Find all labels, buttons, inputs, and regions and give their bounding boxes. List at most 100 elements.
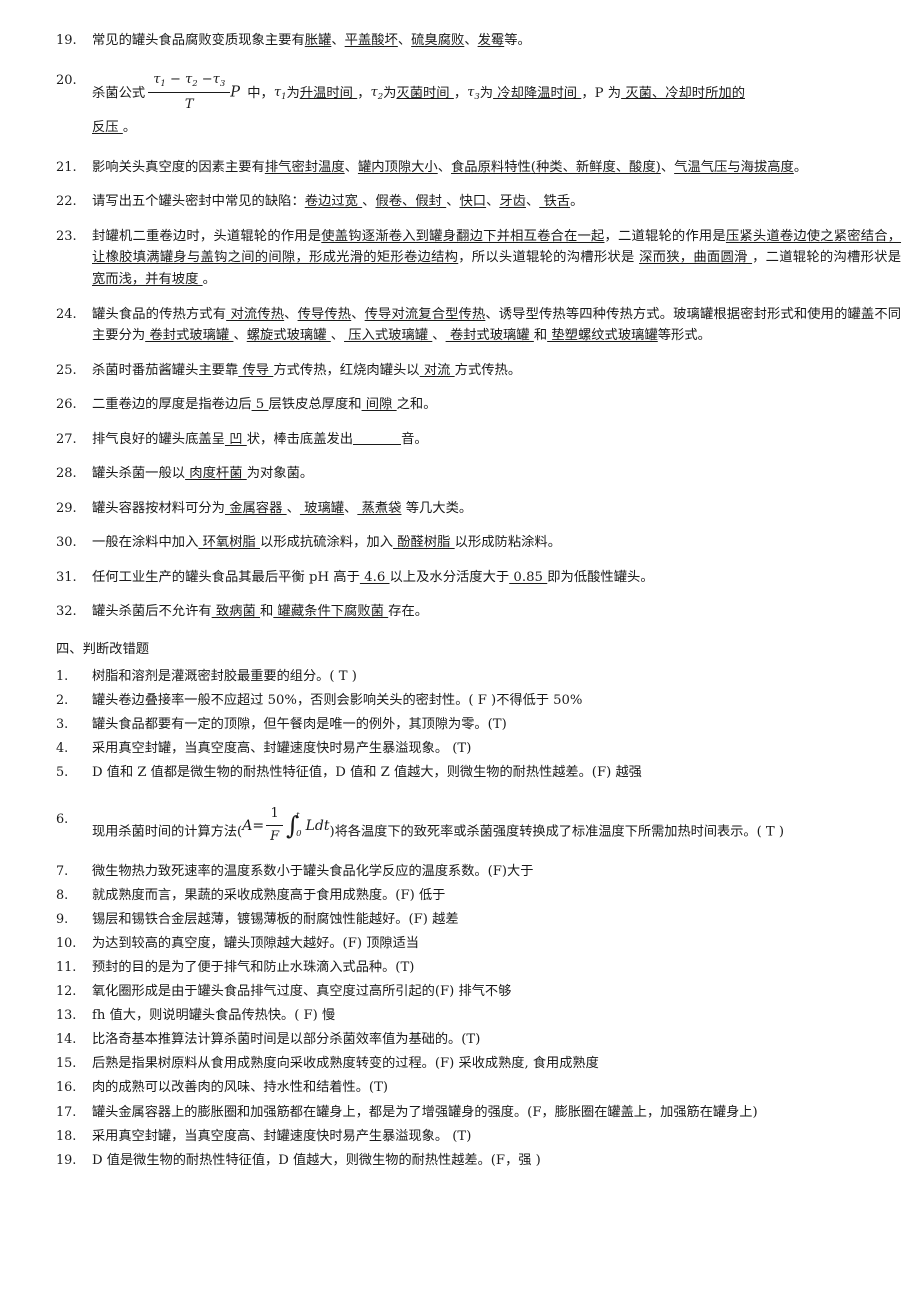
question-item-29: 29. 罐头容器按材料可分为 金属容器 、 玻璃罐、 蒸煮袋 等几大类。: [56, 498, 901, 520]
question-text: 封罐机二重卷边时，头道辊轮的作用是使盖钩逐渐卷入到罐身翻边下并相互卷合在一起，二…: [92, 226, 901, 291]
prompt-text: 和: [260, 604, 274, 620]
answer-text: 快口: [459, 194, 487, 210]
answer-text: 玻璃罐: [299, 500, 345, 516]
prompt-text: 为对象菌。: [246, 466, 314, 482]
item-number: 9.: [56, 911, 69, 927]
item-text: 锡层和锡铁合金层越薄，镀锡薄板的耐腐蚀性能越好。(F) 越差: [92, 911, 459, 927]
question-text: 罐头食品的传热方式有 对流传热、传导传热、传导对流复合型传热、诱导型传热等四种传…: [92, 304, 901, 347]
sterilization-formula: τ1 − τ2 −τ3 T P: [148, 70, 240, 117]
question-number: 29.: [56, 500, 77, 516]
truefalse-item-11: 11. 预封的目的是为了便于排气和防止水珠滴入式品种。(T): [56, 958, 901, 979]
answer-text: 食品原料特性(种类、新鲜度、酸度): [451, 159, 661, 175]
q20-answer-2: 灭菌时间: [396, 85, 454, 101]
item-text: 采用真空封罐，当真空度高、封罐速度快时易产生暴溢现象。 (T): [92, 1128, 472, 1144]
question-number: 28.: [56, 466, 77, 482]
prompt-text: 等形式。: [657, 328, 711, 344]
item-text: 比洛奇基本推算法计算杀菌时间是以部分杀菌效率值为基础的。(T): [92, 1032, 481, 1048]
question-item-32: 32. 罐头杀菌后不允许有 致病菌 和 罐藏条件下腐败菌 存在。: [56, 601, 901, 623]
answer-text: 铁舌: [539, 194, 571, 210]
question-item-21: 21. 影响关头真空度的因素主要有排气密封温度、罐内顶隙大小、食品原料特性(种类…: [56, 157, 901, 179]
answer-text: 传导: [238, 362, 274, 378]
prompt-text: 。: [793, 159, 808, 175]
answer-text: 卷封式玻璃罐: [445, 328, 534, 344]
answer-text: 排气密封温度: [264, 159, 345, 175]
question-number: 30.: [56, 535, 77, 551]
prompt-text: 、: [331, 33, 345, 48]
fraction-numerator: τ1 − τ2 −τ3: [148, 69, 231, 94]
answer-text: 凹: [224, 431, 247, 447]
tau-1-symbol: τ1: [273, 85, 287, 103]
answer-text: 深而狭，曲面圆滑: [639, 250, 753, 266]
prompt-text: 、: [397, 33, 412, 48]
answer-text: 螺旋式玻璃罐: [246, 328, 331, 344]
truefalse-item-1: 1. 树脂和溶剂是灌溉密封胶最重要的组分。( T ): [56, 667, 901, 688]
prompt-text: 音。: [401, 431, 428, 447]
answer-text: 罐内顶隙大小: [357, 159, 438, 175]
q20-p2-label: 为: [383, 85, 397, 101]
prompt-text: 、: [525, 194, 540, 210]
prompt-text: 罐头容器按材料可分为: [92, 500, 225, 516]
item-number: 10.: [56, 935, 77, 951]
question-item-20-line2: 反压 。: [56, 117, 901, 139]
item-number: 4.: [56, 741, 69, 757]
question-text: 影响关头真空度的因素主要有排气密封温度、罐内顶隙大小、食品原料特性(种类、新鲜度…: [92, 157, 901, 179]
prompt-text: 。: [202, 271, 216, 287]
item-number: 19.: [56, 1152, 77, 1168]
integral-limits: t0: [296, 811, 301, 838]
prompt-text: 、: [351, 306, 365, 322]
prompt-text: 以形成防粘涂料。: [454, 535, 562, 551]
prompt-text: 排气良好的罐头底盖呈: [92, 431, 225, 447]
answer-text: 环氧树脂: [198, 535, 261, 551]
question-item-24: 24. 罐头食品的传热方式有 对流传热、传导传热、传导对流复合型传热、诱导型传热…: [56, 304, 901, 347]
tau-2-symbol: τ2: [370, 85, 384, 103]
answer-text: 发霉: [477, 33, 505, 48]
answer-text: 卷边过宽: [304, 194, 363, 210]
q20-sep-1: ，: [357, 85, 371, 101]
question-text: 请写出五个罐头密封中常见的缺陷：卷边过宽 、假卷、假封 、快口、牙齿、 铁舌。: [92, 191, 901, 213]
fraction-denominator: F: [270, 829, 280, 845]
prompt-text: 。: [570, 194, 584, 210]
prompt-text: 等几大类。: [401, 500, 473, 516]
answer-text: 对流: [419, 362, 455, 378]
item-text: 微生物热力致死速率的温度系数小于罐头食品化学反应的温度系数。(F)大于: [92, 863, 534, 879]
answer-text: 蒸煮袋: [357, 500, 402, 516]
answer-blank: [353, 430, 402, 445]
question-text-continued: 反压 。: [92, 117, 901, 139]
formula-lhs: A: [242, 817, 253, 834]
item-number: 13.: [56, 1008, 77, 1024]
answer-text: 硫臭腐败: [411, 33, 465, 48]
prompt-text: 、: [362, 194, 376, 210]
question-item-23: 23. 封罐机二重卷边时，头道辊轮的作用是使盖钩逐渐卷入到罐身翻边下并相互卷合在…: [56, 226, 901, 291]
fraction-numerator: 1: [266, 804, 284, 827]
prompt-text: 、: [486, 194, 500, 210]
truefalse-item-12: 12. 氧化圈形成是由于罐头食品排气过度、真空度过高所引起的(F) 排气不够: [56, 982, 901, 1003]
item-number: 18.: [56, 1128, 77, 1144]
truefalse-item-5: 5. D 值和 Z 值都是微生物的耐热性特征值，D 值和 Z 值越大，则微生物的…: [56, 763, 901, 784]
answer-text: 5: [251, 397, 269, 413]
prompt-text: 即为低酸性罐头。: [547, 569, 654, 585]
item-text: 后熟是指果树原料从食用成熟度向采收成熟度转变的过程。(F) 采收成熟度, 食用成…: [92, 1056, 599, 1072]
truefalse-item-10: 10. 为达到较高的真空度，罐头顶隙越大越好。(F) 顶隙适当: [56, 934, 901, 955]
answer-text: 使盖钩逐渐卷入到罐身翻边下并相互卷合在一起: [321, 228, 605, 244]
answer-text: 平盖酸坏: [344, 33, 398, 48]
question-text: 常见的罐头食品腐败变质现象主要有胀罐、平盖酸坏、硫臭腐败、发霉等。: [92, 30, 901, 52]
answer-text: 对流传热: [226, 306, 285, 322]
item-text: D 值是微生物的耐热性特征值，D 值越大，则微生物的耐热性越差。(F，强 ): [92, 1152, 541, 1168]
truefalse-item-3: 3. 罐头食品都要有一定的顶隙，但午餐肉是唯一的例外，其顶隙为零。(T): [56, 715, 901, 736]
answer-text: 牙齿: [499, 194, 526, 210]
integral-upper-limit: t: [296, 810, 300, 821]
fraction-denominator: T: [184, 97, 194, 113]
q20-answer-1: 升温时间: [299, 85, 358, 101]
item-number: 6.: [56, 812, 69, 828]
sterilization-value-formula: A= 1 F ∫ t 0 Ldt: [242, 804, 329, 848]
question-number: 23.: [56, 228, 77, 244]
answer-text: 传导传热: [297, 306, 352, 322]
truefalse-item-6: 6. 现用杀菌时间的计算方法(A= 1 F ∫ t 0 Ldt)将各温度下的致死率或杀菌强度…: [56, 796, 901, 854]
formula-integrand: Ldt: [305, 817, 330, 834]
q20-line2-tail: 。: [122, 120, 137, 136]
prompt-text: ，二道辊轮的作用是: [604, 228, 726, 244]
page-content: 19. 常见的罐头食品腐败变质现象主要有胀罐、平盖酸坏、硫臭腐败、发霉等。 20…: [56, 30, 901, 1175]
document-page: 19. 常见的罐头食品腐败变质现象主要有胀罐、平盖酸坏、硫臭腐败、发霉等。 20…: [0, 0, 920, 1302]
prompt-text: 杀菌时番茄酱罐头主要靠: [92, 362, 239, 378]
truefalse-item-18: 18. 采用真空封罐，当真空度高、封罐速度快时易产生暴溢现象。 (T): [56, 1127, 901, 1148]
